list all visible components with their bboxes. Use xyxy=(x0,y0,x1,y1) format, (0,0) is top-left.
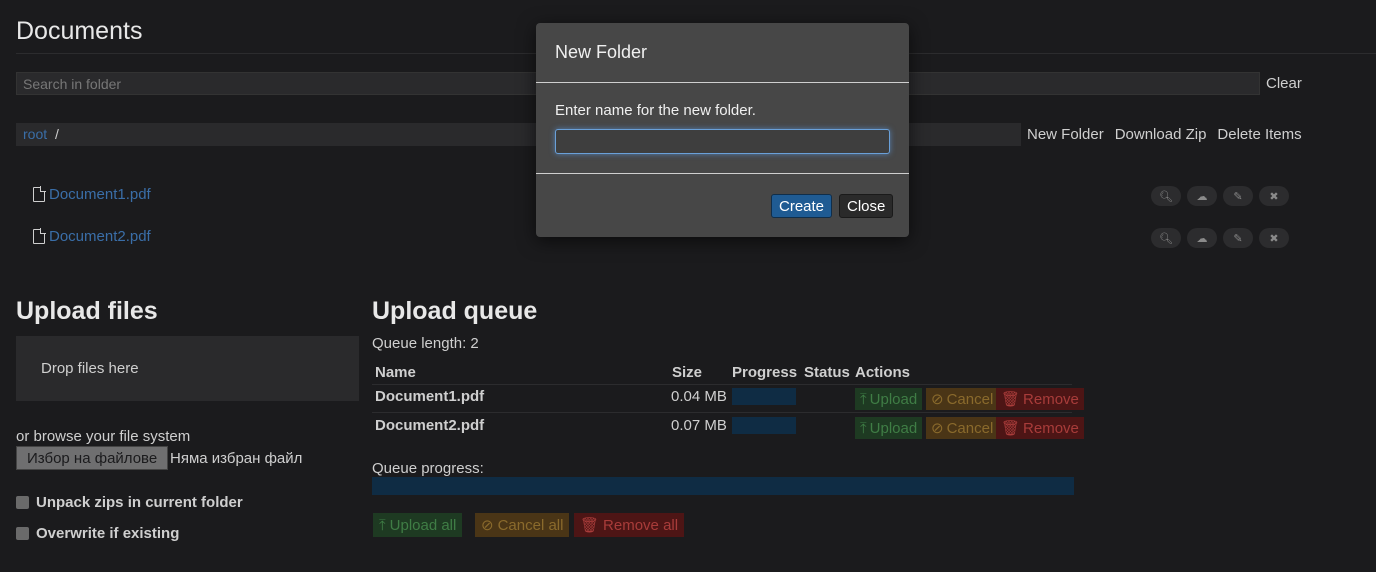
dialog-footer-divider xyxy=(536,173,909,174)
dialog-title: New Folder xyxy=(555,42,648,62)
new-folder-dialog: New Folder Enter name for the new folder… xyxy=(536,23,909,237)
folder-name-input[interactable] xyxy=(555,129,890,154)
dialog-header-divider xyxy=(536,82,909,83)
dialog-message: Enter name for the new folder. xyxy=(555,102,756,119)
close-button[interactable]: Close xyxy=(839,194,894,218)
create-button[interactable]: Create xyxy=(771,194,833,218)
